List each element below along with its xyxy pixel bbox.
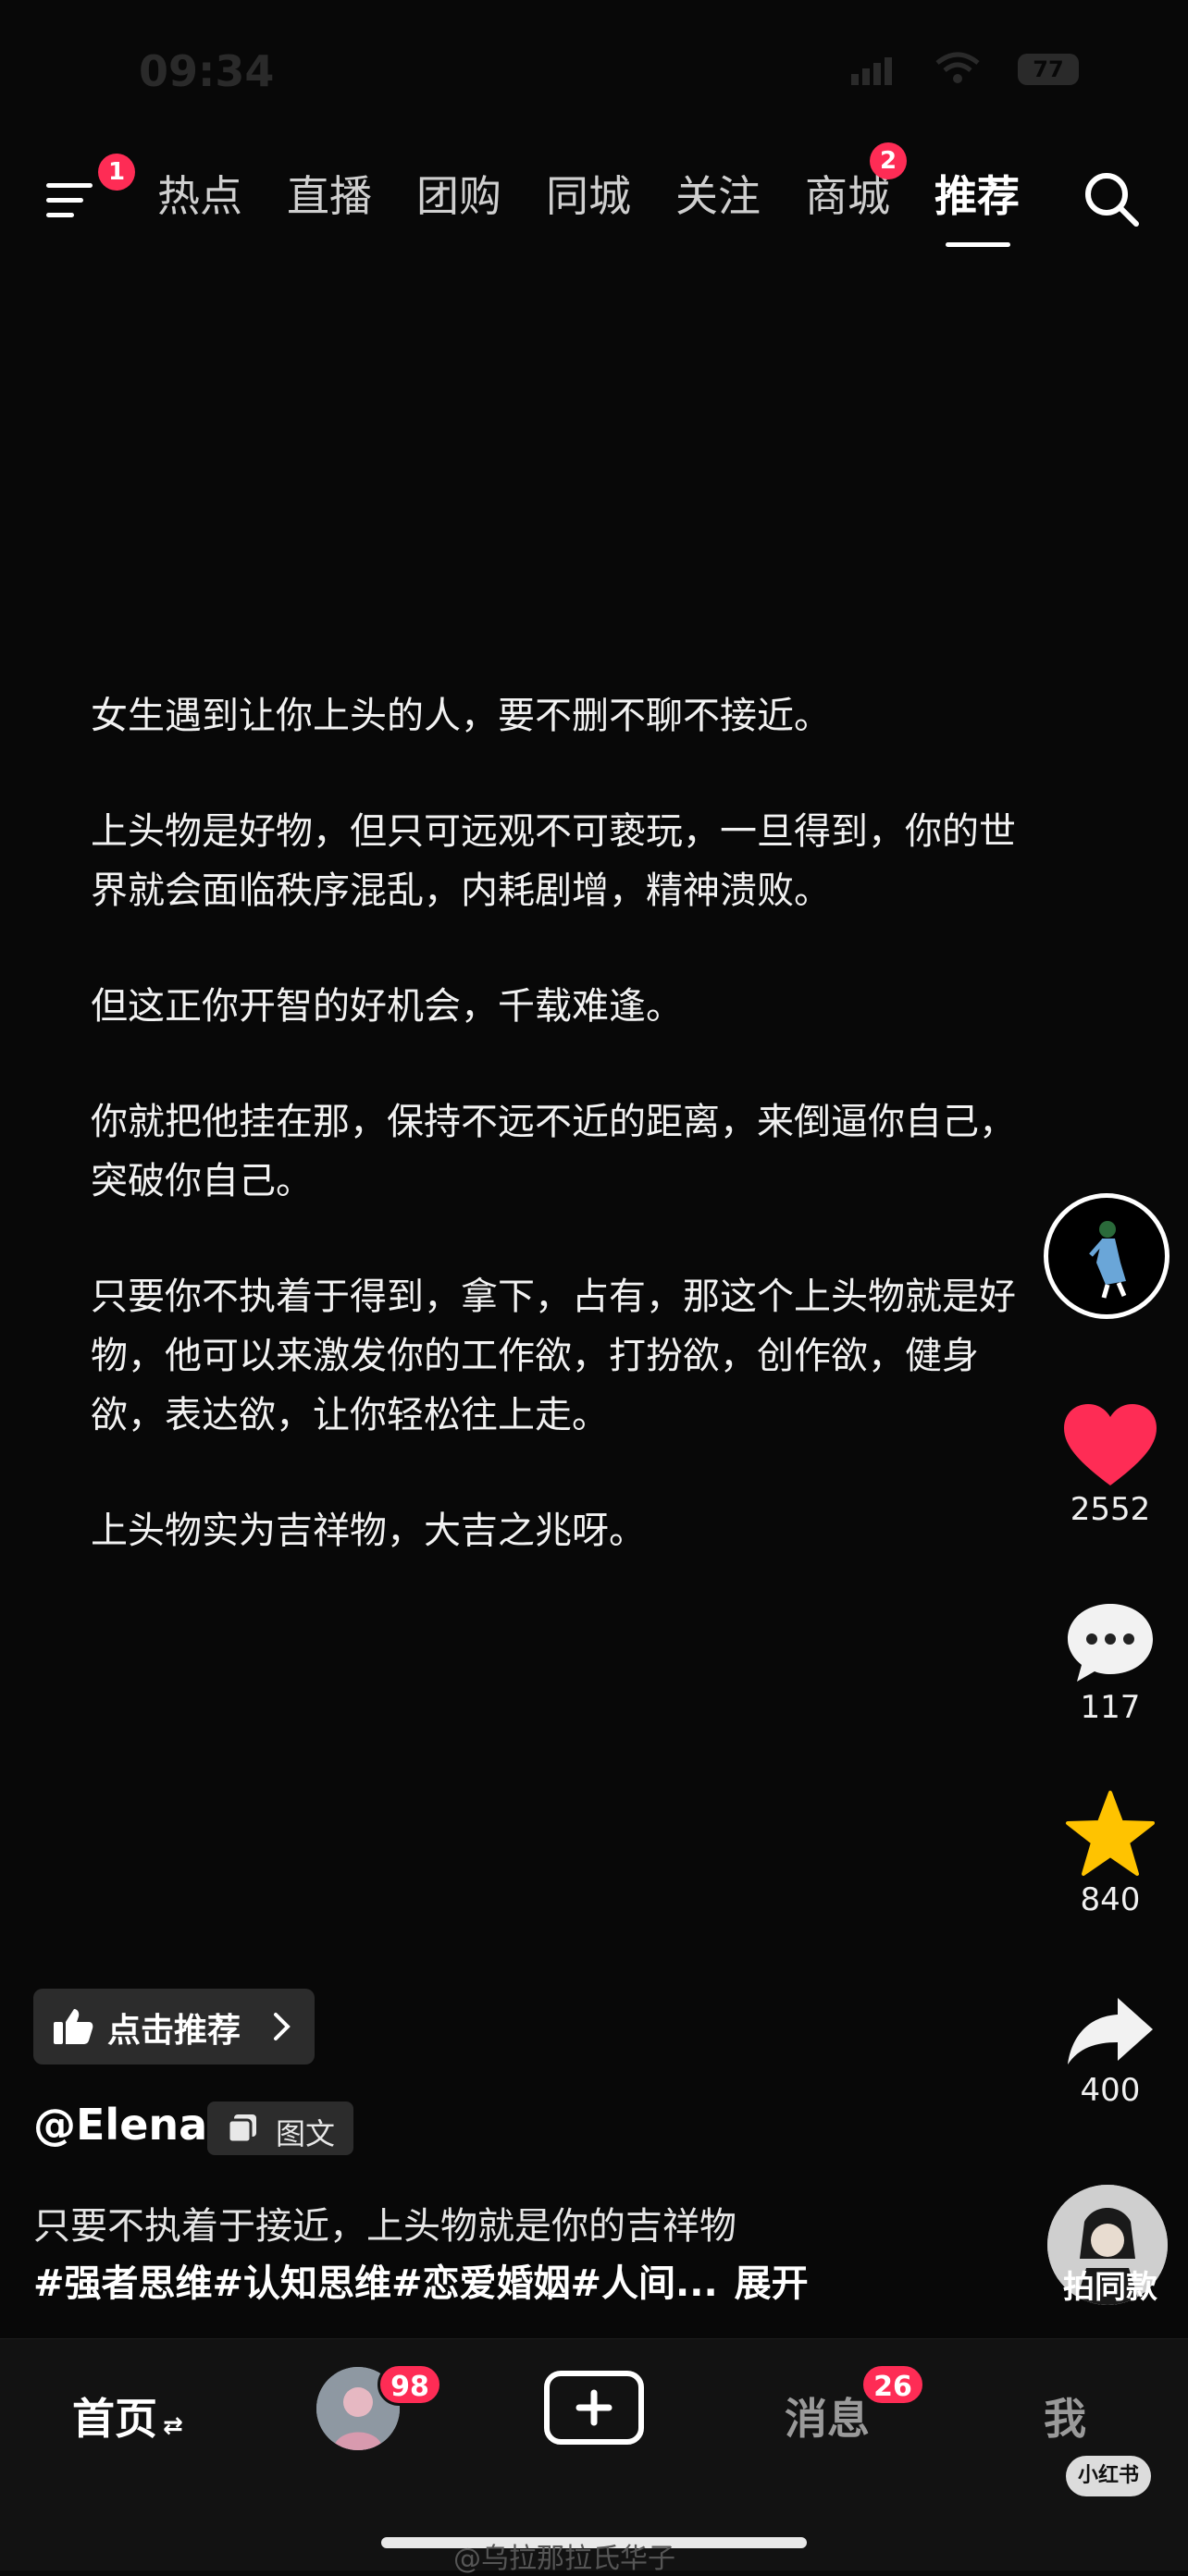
post-type-label: 图文 — [276, 2116, 336, 2151]
post-description: 只要不执着于接近，上头物就是你的吉祥物 — [33, 2205, 736, 2248]
like-button[interactable]: 2552 — [1036, 1402, 1184, 1528]
menu-button[interactable] — [46, 174, 102, 226]
nav-home[interactable]: 首页 ⇄ — [72, 2385, 183, 2447]
mall-badge: 2 — [870, 142, 907, 179]
thumbs-up-icon — [54, 2009, 93, 2044]
status-time: 09:34 — [139, 46, 275, 96]
tab-hot[interactable]: 热点 — [157, 163, 242, 224]
hashtags[interactable]: #强者思维#认知思维#恋爱婚姻#人间... 展开 — [33, 2253, 809, 2307]
swap-icon: ⇄ — [163, 2412, 183, 2440]
comment-icon — [1068, 1604, 1153, 1682]
tab-group-buy[interactable]: 团购 — [416, 163, 501, 224]
favorite-button[interactable]: 840 — [1036, 1789, 1184, 1918]
tab-following[interactable]: 关注 — [675, 163, 761, 224]
status-bar: 09:34 77 — [0, 37, 1188, 102]
signal-icon — [851, 57, 896, 85]
author-name[interactable]: @Elena — [33, 2100, 207, 2150]
post-type-tag: 图文 — [207, 2101, 353, 2155]
avatar-figure-icon — [1089, 1221, 1127, 1299]
search-icon[interactable] — [1079, 166, 1144, 231]
post-paragraph: 但这正你开智的好机会，千载难逢。 — [91, 985, 683, 1028]
active-tab-indicator — [946, 242, 1010, 247]
tab-nearby[interactable]: 同城 — [546, 163, 631, 224]
post-paragraph: 只要你不执着于得到，拿下，占有，那这个上头物就是好物，他可以来激发你的工作欲，打… — [91, 1276, 1016, 1436]
friends-badge: 98 — [377, 2363, 442, 2406]
bottom-nav: 首页 ⇄ 98 消息 26 我 小红书 @乌拉那拉氏华子 — [0, 2338, 1188, 2575]
battery-icon: 77 — [1018, 54, 1079, 85]
add-button[interactable] — [544, 2371, 644, 2445]
plus-icon — [575, 2389, 613, 2426]
star-icon — [1066, 1791, 1155, 1876]
share-icon — [1068, 1998, 1153, 2064]
author-avatar[interactable] — [1044, 1193, 1169, 1319]
image-text-icon — [227, 2114, 256, 2144]
post-content: 女生遇到让你上头的人，要不删不聊不接近。 上头物是好物，但只可远观不可亵玩，一旦… — [91, 686, 1016, 1617]
post-paragraph: 你就把他挂在那，保持不远不近的距离，来倒逼你自己，突破你自己。 — [91, 1101, 1016, 1202]
recommend-button[interactable]: 点击推荐 — [33, 1989, 315, 2064]
post-paragraph: 上头物是好物，但只可远观不可亵玩，一旦得到，你的世界就会面临秩序混乱，内耗剧增，… — [91, 810, 1016, 912]
heart-icon — [1064, 1404, 1157, 1485]
comment-count: 117 — [1080, 1689, 1141, 1726]
recommend-label: 点击推荐 — [107, 2012, 241, 2050]
wifi-icon — [935, 52, 980, 83]
tab-recommend[interactable]: 推荐 — [934, 163, 1020, 224]
top-nav: 1 热点 直播 团购 同城 关注 商城 2 推荐 — [0, 142, 1188, 250]
post-paragraph: 女生遇到让你上头的人，要不删不聊不接近。 — [91, 695, 831, 737]
watermark-badge: 小红书 — [1066, 2456, 1151, 2496]
expand-button[interactable]: 展开 — [735, 2262, 809, 2305]
tab-live[interactable]: 直播 — [287, 163, 372, 224]
nav-messages[interactable]: 消息 — [785, 2385, 870, 2447]
like-count: 2552 — [1070, 1491, 1151, 1528]
hashtag-text[interactable]: #强者思维#认知思维#恋爱婚姻#人间... — [33, 2262, 718, 2305]
messages-badge: 26 — [860, 2363, 925, 2406]
watermark-credit: @乌拉那拉氏华子 — [453, 2543, 675, 2575]
music-label[interactable]: 拍同款 — [1036, 2262, 1184, 2307]
nav-me[interactable]: 我 — [1044, 2385, 1086, 2447]
favorite-count: 840 — [1080, 1881, 1141, 1918]
post-paragraph: 上头物实为吉祥物，大吉之兆呀。 — [91, 1510, 646, 1552]
menu-badge: 1 — [98, 154, 135, 191]
share-button[interactable]: 400 — [1036, 1994, 1184, 2109]
chevron-right-icon — [274, 2013, 291, 2040]
comment-button[interactable]: 117 — [1036, 1600, 1184, 1726]
nav-home-label: 首页 — [72, 2394, 157, 2444]
share-count: 400 — [1080, 2072, 1141, 2109]
